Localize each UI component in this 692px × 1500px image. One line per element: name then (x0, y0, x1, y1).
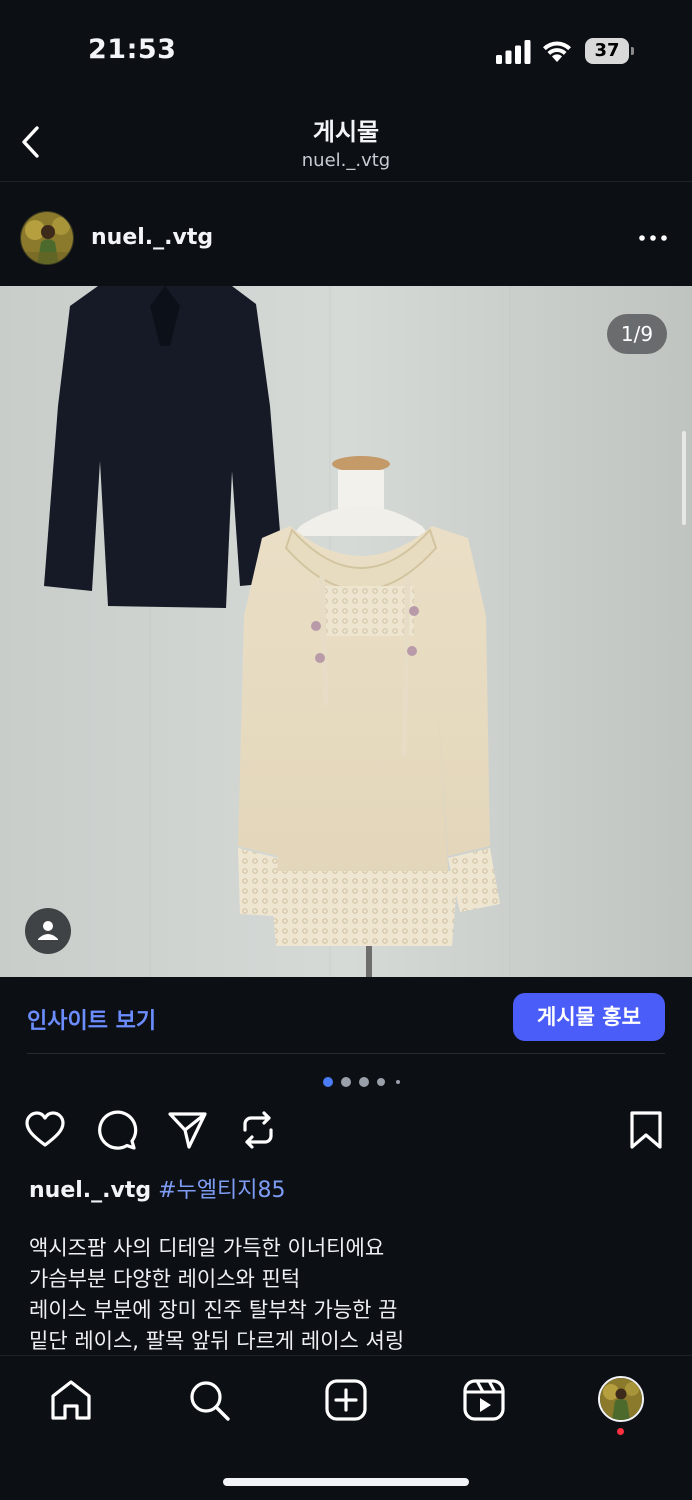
home-indicator (223, 1478, 469, 1486)
carousel-dot (341, 1077, 351, 1087)
carousel-dot (396, 1080, 400, 1084)
caption-line: 밑단 레이스, 팔목 앞뒤 다르게 레이스 셔링 (29, 1329, 405, 1353)
share-icon[interactable] (165, 1108, 209, 1152)
caption-line: 가슴부분 다양한 레이스와 핀턱 (29, 1267, 301, 1291)
tagged-people-button[interactable] (25, 908, 71, 954)
carousel-dot (377, 1078, 385, 1086)
image-counter: 1/9 (607, 314, 667, 354)
more-options-icon[interactable] (632, 223, 676, 253)
post-image[interactable]: 1/9 (0, 286, 692, 977)
caption-username[interactable]: nuel._.vtg (29, 1178, 151, 1203)
repost-icon[interactable] (236, 1108, 280, 1152)
status-time: 21:53 (88, 34, 177, 65)
bookmark-icon[interactable] (624, 1108, 668, 1152)
bottom-tab-bar (0, 1355, 692, 1500)
view-insights-link[interactable]: 인사이트 보기 (27, 1003, 156, 1035)
battery-indicator: 37 (585, 38, 635, 64)
scroll-indicator (682, 431, 686, 525)
promote-post-button[interactable]: 게시물 홍보 (513, 993, 665, 1041)
create-icon[interactable] (322, 1376, 370, 1424)
caption-text: 액시즈팜 사의 디테일 가득한 이너티에요 가슴부분 다양한 레이스와 핀턱 레… (29, 1233, 669, 1355)
caption-header: nuel._.vtg #누엘티지85 (29, 1172, 286, 1204)
page-subtitle: nuel._.vtg (301, 150, 391, 171)
carousel-dot-active (323, 1077, 333, 1087)
caption-line: 액시즈팜 사의 디테일 가득한 이너티에요 (29, 1236, 385, 1260)
search-icon[interactable] (185, 1376, 233, 1424)
carousel-indicator (0, 1076, 692, 1088)
nav-header: 게시물 nuel._.vtg (0, 100, 692, 182)
page-title: 게시물 (312, 118, 380, 146)
caption-line: 레이스 부분에 장미 진주 탈부착 가능한 끔 (29, 1298, 398, 1322)
post-header: nuel._.vtg (0, 183, 692, 286)
comment-icon[interactable] (95, 1108, 139, 1152)
author-username[interactable]: nuel._.vtg (91, 225, 213, 250)
heart-icon[interactable] (23, 1108, 67, 1152)
battery-level: 37 (585, 38, 629, 64)
reels-icon[interactable] (460, 1376, 508, 1424)
home-icon[interactable] (47, 1376, 95, 1424)
profile-avatar[interactable] (598, 1376, 644, 1422)
person-icon (38, 921, 58, 940)
battery-tip (631, 47, 634, 55)
carousel-dot (359, 1077, 369, 1087)
notification-dot (617, 1428, 624, 1435)
wifi-icon (543, 41, 571, 62)
author-avatar[interactable] (20, 211, 74, 265)
divider (27, 1053, 665, 1054)
status-bar: 21:53 37 (0, 0, 692, 100)
cellular-signal-icon (496, 40, 531, 64)
caption-hashtag[interactable]: #누엘티지85 (158, 1178, 285, 1203)
insight-row: 인사이트 보기 게시물 홍보 (0, 977, 692, 1055)
post-actions (0, 1104, 692, 1156)
post-photo-illustration (0, 286, 692, 977)
